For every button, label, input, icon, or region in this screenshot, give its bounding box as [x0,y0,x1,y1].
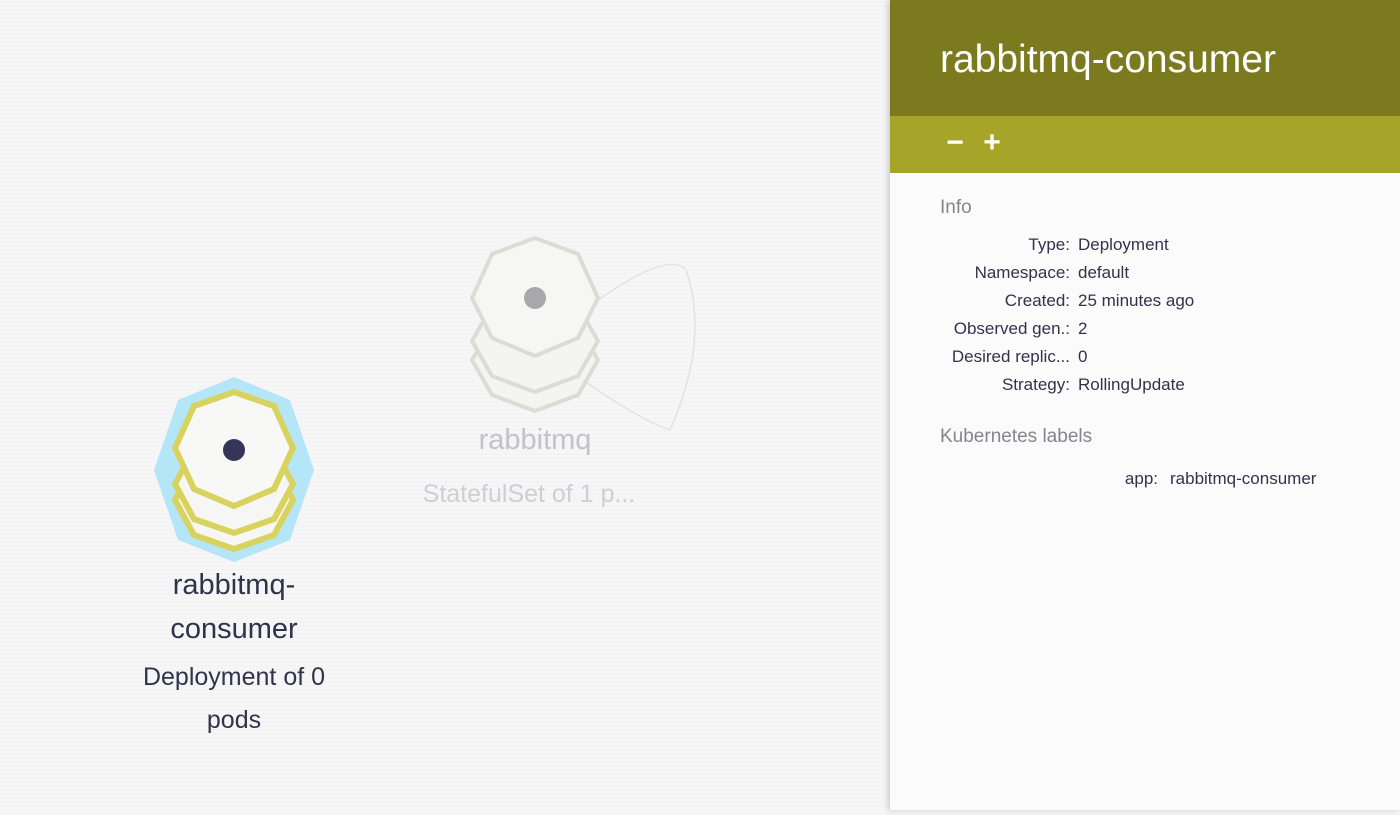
info-key: Observed gen.: [953,319,1070,338]
info-value: default [1078,263,1130,282]
info-row-namespace: Namespace: default [890,263,1400,291]
info-key: Strategy: [1001,375,1070,394]
consumer-node-subtitle: Deployment of 0 pods [142,663,326,734]
info-key: Type: [1028,235,1070,254]
info-row-desired-replicas: Desired replic... 0 [890,347,1400,375]
label-key: app: [1124,469,1158,488]
info-key: Desired replic... [951,347,1070,366]
label-row-app: app: rabbitmq-consumer [890,469,1400,497]
labels-section-title: Kubernetes labels [940,426,1093,447]
graph-edge [579,263,696,431]
rabbitmq-node-label: rabbitmq [478,424,592,456]
rabbitmq-node[interactable] [469,235,601,414]
info-value: 2 [1078,319,1088,338]
details-title: rabbitmq-consumer [940,38,1276,81]
info-key: Created: [1004,291,1070,310]
info-key: Namespace: [974,263,1070,282]
node-details-panel: rabbitmq-consumer − + Info Type: Deploym… [890,0,1400,810]
label-value: rabbitmq-consumer [1170,469,1317,488]
node-center-dot [223,439,245,461]
details-header: rabbitmq-consumer [890,0,1400,116]
info-row-type: Type: Deployment [890,235,1400,263]
info-row-strategy: Strategy: RollingUpdate [890,375,1400,403]
rabbitmq-consumer-node[interactable] [154,377,314,562]
info-row-observed-gen: Observed gen.: 2 [890,319,1400,347]
consumer-node-label: rabbitmq- consumer [170,569,298,645]
info-row-created: Created: 25 minutes ago [890,291,1400,319]
rabbitmq-node-subtitle: StatefulSet of 1 p... [422,480,636,508]
info-section-title: Info [940,197,972,218]
topology-graph[interactable]: rabbitmq- consumer Deployment of 0 pods … [0,0,890,810]
info-value: RollingUpdate [1078,375,1185,394]
scale-up-button[interactable]: + [977,125,1007,161]
scale-down-button[interactable]: − [940,125,970,161]
info-value: 0 [1078,347,1088,366]
info-value: Deployment [1078,235,1169,254]
node-center-dot [524,287,546,309]
details-toolbar: − + [890,116,1400,173]
info-value: 25 minutes ago [1078,291,1195,310]
